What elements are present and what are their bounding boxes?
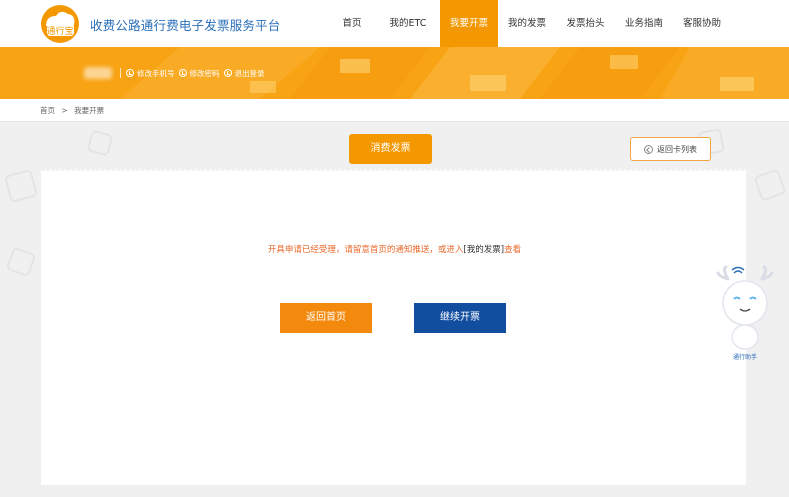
nav-home[interactable]: 首页 [328,0,376,47]
breadcrumb-current: 我要开票 [74,106,105,115]
site-title: 收费公路通行费电子发票服务平台 [90,18,281,33]
user-area: 修改手机号 修改密码 退出登录 [84,67,269,79]
back-to-card-list-button[interactable]: 返回卡列表 [630,137,711,161]
user-banner: 修改手机号 修改密码 退出登录 [0,47,789,99]
clock-icon [223,69,232,77]
clock-icon [126,69,134,77]
breadcrumb-bar: 首页 > 我要开票 [0,99,789,122]
nav-my-etc[interactable]: 我的ETC [376,0,440,47]
success-message: 开具申请已经受理，请留意首页的通知推送，或进入[我的发票]查看 [0,243,789,255]
clock-icon [178,69,187,77]
change-password-link[interactable]: 修改密码 [178,68,220,79]
nav-support[interactable]: 客服协助 [673,0,731,47]
nav-invoice-header[interactable]: 发票抬头 [556,0,615,47]
main-nav: 首页 我的ETC 我要开票 我的发票 发票抬头 业务指南 客服协助 [328,0,731,47]
back-arrow-icon [644,144,653,154]
back-to-card-list-label: 返回卡列表 [657,144,697,154]
message-text: 开具申请已经受理，请留意首页的通知推送，或进入 [267,245,464,255]
mascot-label: 通行助手 [732,354,757,361]
assistant-mascot[interactable]: 通行助手 [714,265,776,361]
change-password-label: 修改密码 [189,68,220,78]
logo-text: 通行宝 [46,25,73,37]
nav-issue-invoice[interactable]: 我要开票 [440,0,498,47]
change-phone-link[interactable]: 修改手机号 [126,68,175,79]
masked-username [84,67,112,79]
breadcrumb-separator: > [61,106,68,115]
nav-my-invoices[interactable]: 我的发票 [498,0,556,47]
message-suffix: 查看 [504,245,522,255]
nav-guide[interactable]: 业务指南 [615,0,673,47]
logo[interactable]: 通行宝 [40,4,80,44]
my-invoices-link[interactable]: [我的发票] [463,245,504,255]
change-phone-label: 修改手机号 [137,68,175,78]
divider [120,68,121,78]
back-home-button[interactable]: 返回首页 [280,303,372,333]
header: 通行宝 收费公路通行费电子发票服务平台 首页 我的ETC 我要开票 我的发票 发… [0,0,789,47]
continue-invoice-button[interactable]: 继续开票 [414,303,506,333]
tab-consume-invoice[interactable]: 消费发票 [349,134,432,164]
logout-link[interactable]: 退出登录 [223,68,265,79]
breadcrumb-home[interactable]: 首页 [40,106,55,115]
result-panel [41,172,746,485]
breadcrumb: 首页 > 我要开票 [40,105,108,116]
mascot-icon [716,265,774,350]
logout-label: 退出登录 [234,68,265,78]
